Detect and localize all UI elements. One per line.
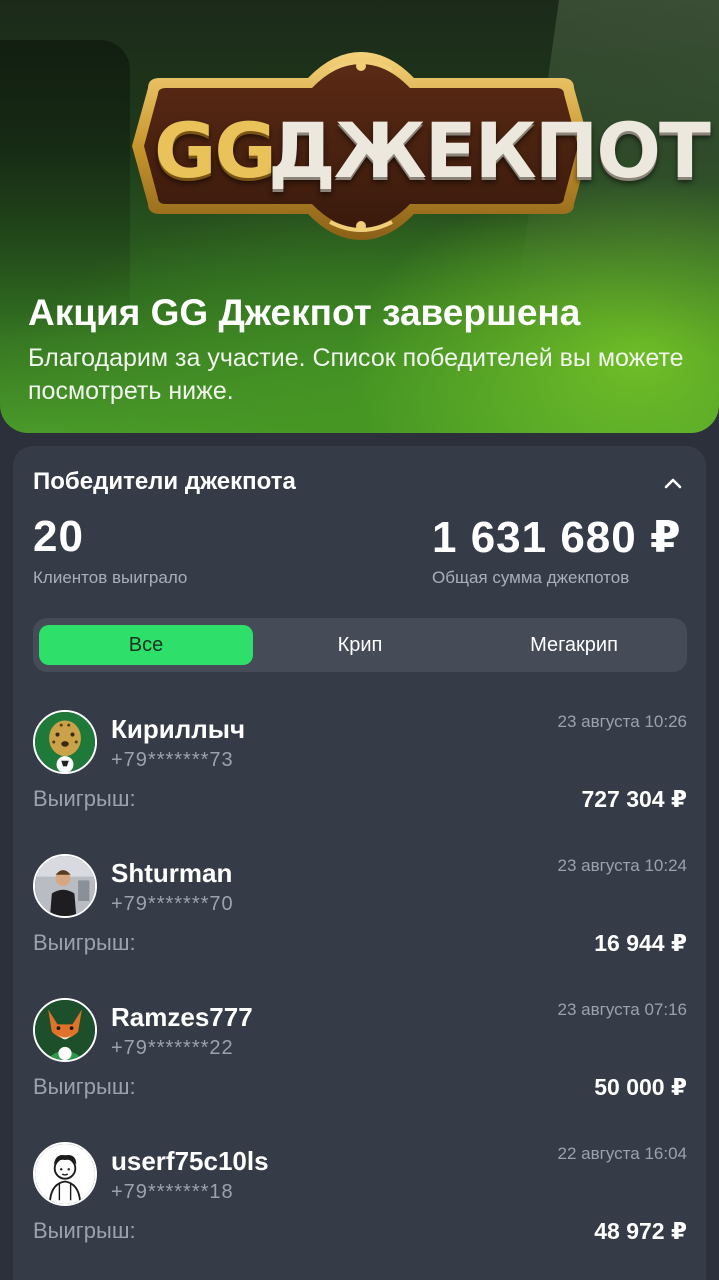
tab-krip[interactable]: Крип <box>253 625 467 665</box>
win-label: Выигрыш: <box>33 1074 136 1099</box>
cartoon-avatar <box>33 1142 97 1206</box>
clients-won-label: Клиентов выиграло <box>33 568 188 587</box>
filter-tabs: Все Крип Мегакрип <box>33 618 687 672</box>
fox-avatar <box>33 998 97 1062</box>
screen: GG ДЖЕКПОТ Акция GG Джекпот завершена Бл… <box>0 0 719 1280</box>
winner-row[interactable]: Ramzes777 +79*******22 23 августа 07:16 … <box>33 998 687 1138</box>
tab-megakrip[interactable]: Мегакрип <box>467 625 681 665</box>
win-amount: 48 972 ₽ <box>594 1218 687 1244</box>
winners-card-title: Победители джекпота <box>33 468 296 495</box>
clients-won-count: 20 <box>33 512 84 561</box>
win-amount: 727 304 ₽ <box>581 786 687 812</box>
winners-card: Победители джекпота 20 Клиентов выиграло… <box>13 446 706 1280</box>
winner-date: 23 августа 10:26 <box>557 712 687 731</box>
winner-date: 23 августа 07:16 <box>557 1000 687 1019</box>
promo-subtitle: Благодарим за участие. Список победителе… <box>28 344 684 405</box>
logo-gg-text: GG <box>154 106 277 195</box>
win-amount: 16 944 ₽ <box>594 930 687 956</box>
win-label: Выигрыш: <box>33 930 136 955</box>
winner-phone: +79*******70 <box>111 893 234 915</box>
winner-phone: +79*******73 <box>111 749 234 771</box>
win-amount: 50 000 ₽ <box>594 1074 687 1100</box>
leopard-avatar <box>33 710 97 774</box>
winner-row[interactable]: Shturman +79*******70 23 августа 10:24 В… <box>33 854 687 994</box>
winner-name: Shturman <box>111 858 233 888</box>
promo-banner: GG ДЖЕКПОТ Акция GG Джекпот завершена Бл… <box>0 0 719 433</box>
win-label: Выигрыш: <box>33 786 136 811</box>
winner-name: userf75c10ls <box>111 1146 269 1176</box>
winner-name: Кириллыч <box>111 714 246 744</box>
tab-all[interactable]: Все <box>39 625 253 665</box>
winner-phone: +79*******18 <box>111 1181 234 1203</box>
winner-row[interactable]: Кириллыч +79*******73 23 августа 10:26 В… <box>33 710 687 850</box>
promo-title: Акция GG Джекпот завершена <box>28 292 581 333</box>
winner-date: 23 августа 10:24 <box>557 856 687 875</box>
total-jackpot-label: Общая сумма джекпотов <box>432 568 630 587</box>
winner-date: 22 августа 16:04 <box>557 1144 687 1163</box>
chevron-up-icon[interactable] <box>660 470 686 496</box>
logo-jackpot-text: ДЖЕКПОТ <box>268 106 711 195</box>
win-label: Выигрыш: <box>33 1218 136 1243</box>
winner-row[interactable]: userf75c10ls +79*******18 22 августа 16:… <box>33 1142 687 1280</box>
winner-phone: +79*******22 <box>111 1037 234 1059</box>
gg-jackpot-logo: GG ДЖЕКПОТ <box>118 48 711 244</box>
winner-name: Ramzes777 <box>111 1002 253 1032</box>
total-jackpot-amount: 1 631 680 ₽ <box>432 513 682 562</box>
photo-avatar <box>33 854 97 918</box>
